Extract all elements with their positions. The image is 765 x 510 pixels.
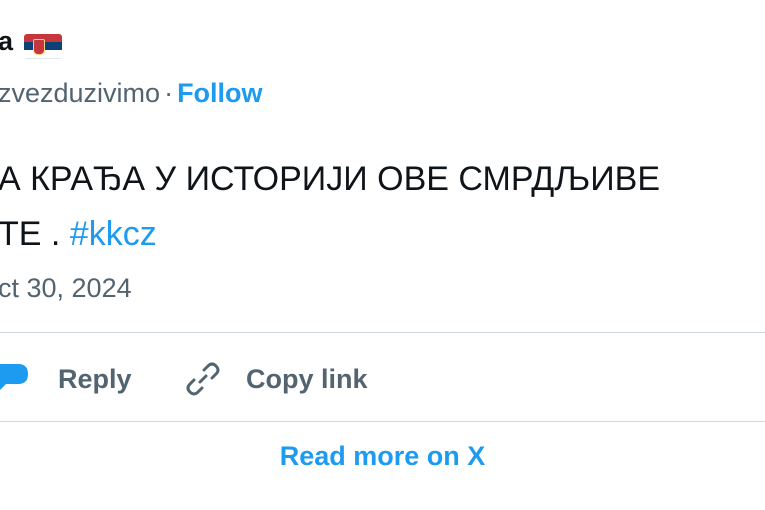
author-name[interactable]: a	[0, 26, 13, 57]
copy-link-label: Copy link	[246, 363, 368, 394]
post-text-line-1: А КРАЂА У ИСТОРИЈИ ОВЕ СМРДЉИВЕ	[0, 160, 661, 198]
post-date[interactable]: ct 30, 2024	[0, 273, 132, 304]
reply-icon	[0, 361, 30, 397]
post-text-line-2: ТЕ . #kkcz	[0, 207, 660, 262]
separator-dot: ·	[164, 78, 174, 108]
post-text: А КРАЂА У ИСТОРИЈИ ОВЕ СМРДЉИВЕ ТЕ . #kk…	[0, 152, 660, 262]
divider-bottom	[0, 421, 765, 422]
read-more-on-x-link[interactable]: Read more on X	[0, 432, 765, 480]
copy-link-button[interactable]: Copy link	[184, 359, 368, 399]
embedded-post-card: a zvezduzivimo · Follow А КРАЂА У ИСТОРИЈИ…	[0, 0, 765, 510]
author-handle[interactable]: zvezduzivimo	[0, 78, 160, 108]
serbia-flag-icon	[24, 34, 62, 59]
author-handle-line: zvezduzivimo · Follow	[0, 78, 263, 109]
follow-button[interactable]: Follow	[177, 78, 262, 108]
divider-top	[0, 332, 765, 333]
reply-label: Reply	[58, 363, 132, 394]
link-icon	[184, 360, 222, 398]
post-text-fragment: ТЕ .	[0, 215, 70, 253]
reply-button[interactable]: Reply	[0, 359, 132, 399]
hashtag-link[interactable]: #kkcz	[70, 215, 157, 253]
